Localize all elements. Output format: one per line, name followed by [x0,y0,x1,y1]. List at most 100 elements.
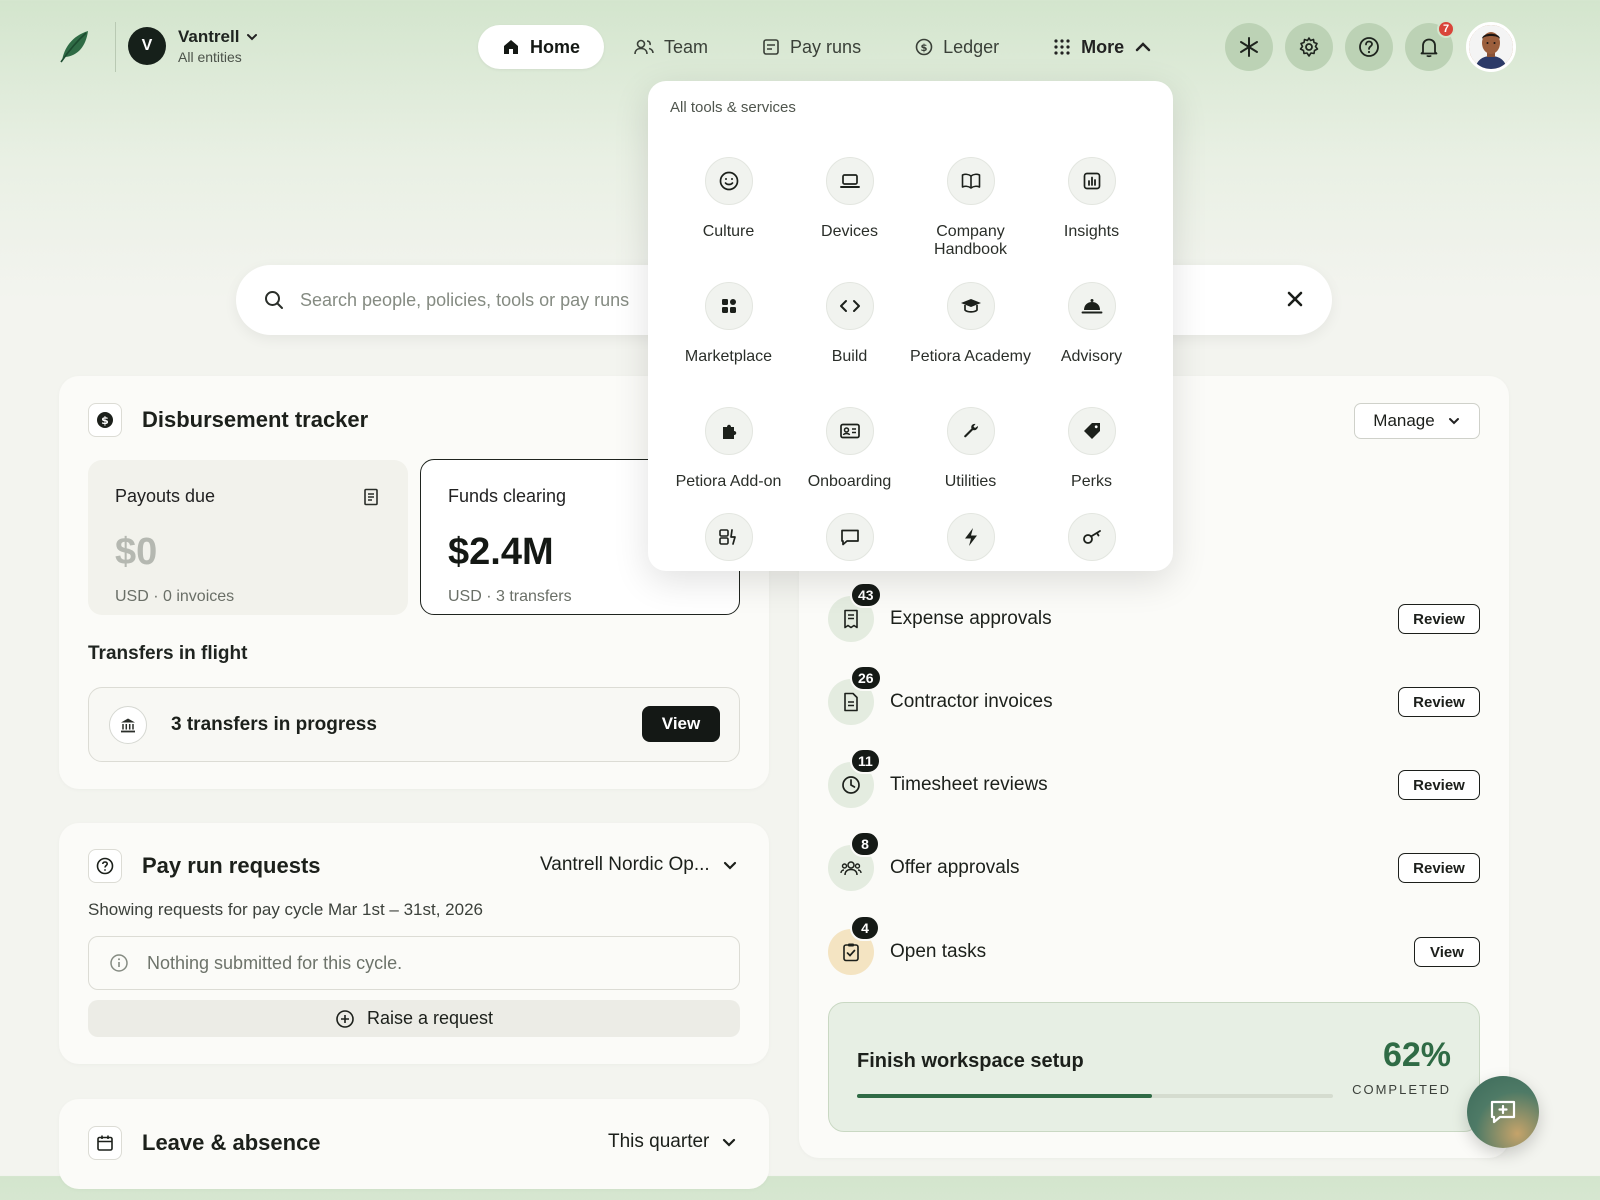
nav-home[interactable]: Home [478,25,605,69]
transfers-row[interactable]: 3 transfers in progress View [88,687,740,762]
setup-progress-track [857,1094,1333,1098]
menu-item-culture[interactable]: Culture [668,157,789,241]
entity-name: Vantrell [178,27,240,46]
grid-icon [1053,38,1071,56]
search-icon [264,290,284,310]
list-item: 11 Timesheet reviews Review [828,748,1480,815]
asterisk-button[interactable] [1225,23,1273,71]
review-button[interactable]: Review [1398,604,1480,634]
menu-item-label: Build [831,348,868,365]
nav-more-label: More [1081,36,1125,57]
nav-team[interactable]: Team [610,25,732,69]
menu-item-build[interactable]: Build [789,282,910,366]
list-item: 26 Contractor invoices Review [828,665,1480,732]
header-tools: 7 [1225,20,1455,71]
nav-team-label: Team [664,36,709,57]
plus-circle-icon [335,1009,355,1029]
approval-label: Expense approvals [890,608,1052,629]
notifications-button[interactable]: 7 [1405,20,1455,71]
svg-text:$: $ [921,43,928,54]
entity-name-row: Vantrell [178,27,259,47]
list-item: 43 Expense approvals Review [828,582,1480,649]
menu-item-devices[interactable]: Devices [789,157,910,241]
menu-item-insights[interactable]: Insights [1031,157,1152,241]
period-select[interactable]: This quarter [608,1131,737,1153]
puzzle-icon [704,407,753,455]
menu-item-label: Insights [1063,223,1120,240]
menu-item-perks[interactable]: Perks [1031,407,1152,491]
raise-request-button[interactable]: Raise a request [88,1000,740,1037]
receipt-icon [363,488,379,506]
menu-item-marketplace[interactable]: Marketplace [668,282,789,366]
count-badge: 11 [850,748,881,774]
tag-icon [1067,407,1116,455]
empty-state: Nothing submitted for this cycle. [88,936,740,990]
chat-support-button[interactable] [1467,1076,1539,1148]
payouts-due-label: Payouts due [115,486,216,506]
leave-title: Leave & absence [142,1130,321,1155]
bank-icon [109,705,147,744]
review-button[interactable]: Review [1398,687,1480,717]
approval-label: Timesheet reviews [890,774,1048,795]
period-select-value: This quarter [608,1131,710,1152]
avatar[interactable] [1466,22,1516,72]
menu-item-petiora-add-on[interactable]: Petiora Add-on [668,407,789,491]
menu-item-utilities[interactable]: Utilities [910,407,1031,491]
nav-pay-runs[interactable]: Pay runs [738,25,885,69]
entity-switcher[interactable]: V Vantrell All entities [128,27,259,65]
list-item: 4 Open tasks View [828,915,1480,982]
entity-scope: All entities [178,49,242,65]
help-button[interactable] [1345,23,1393,71]
menu-item-advisory[interactable]: Advisory [1031,282,1152,366]
menu-item-extra-2[interactable] [789,513,910,561]
menu-item-label: Company Handbook [934,223,1007,258]
view-tasks-button[interactable]: View [1414,937,1480,967]
transfers-text: 3 transfers in progress [171,713,377,735]
setup-progress-card[interactable]: Finish workspace setup 62% COMPLETED [828,1002,1480,1132]
manage-dropdown[interactable]: Manage [1354,403,1480,439]
setup-status: COMPLETED [1352,1082,1451,1097]
setup-progress-fill [857,1094,1153,1098]
payouts-due-tile[interactable]: Payouts due $0 USD · 0 invoices [88,460,408,615]
close-icon[interactable] [1284,288,1306,310]
graduation-icon [946,282,995,330]
team-icon [634,38,654,56]
entity-select-value: Vantrell Nordic Op... [540,854,710,875]
entity-select[interactable]: Vantrell Nordic Op... [540,854,738,876]
menu-item-label: Petiora Academy [910,348,1031,365]
menu-item-extra-3[interactable] [910,513,1031,561]
dashboard-icon [704,513,753,561]
menu-item-company-handbook[interactable]: Company Handbook [910,157,1031,259]
wrench-icon [946,407,995,455]
key-icon [1067,513,1116,561]
chevron-down-icon [1447,414,1461,428]
menu-item-extra-1[interactable] [668,513,789,561]
cycle-text: Showing requests for pay cycle Mar 1st –… [88,900,483,919]
review-button[interactable]: Review [1398,770,1480,800]
nav-pay-runs-label: Pay runs [790,36,862,57]
nav-ledger[interactable]: $ Ledger [891,25,1023,69]
clock-icon: 11 [828,748,881,808]
approval-label: Contractor invoices [890,691,1053,712]
menu-item-label: Petiora Add-on [675,473,782,490]
concierge-icon [1067,282,1116,330]
settings-button[interactable] [1285,23,1333,71]
entity-avatar: V [128,27,166,65]
empty-state-text: Nothing submitted for this cycle. [147,952,403,973]
id-card-icon [825,407,874,455]
help-icon [88,849,122,883]
nav-more[interactable]: More [1029,25,1176,69]
setup-title: Finish workspace setup [857,1050,1084,1072]
approval-label: Offer approvals [890,857,1020,878]
review-button[interactable]: Review [1398,853,1480,883]
menu-item-petiora-academy[interactable]: Petiora Academy [910,282,1031,366]
code-icon [825,282,874,330]
menu-item-onboarding[interactable]: Onboarding [789,407,910,491]
menu-item-extra-4[interactable] [1031,513,1152,561]
count-badge: 8 [850,831,880,857]
calendar-icon [88,1126,122,1160]
leaf-logo-icon[interactable] [56,28,92,64]
dollar-circle-icon: $ [915,38,933,56]
view-transfers-button[interactable]: View [642,706,720,742]
help-icon [1358,36,1380,58]
